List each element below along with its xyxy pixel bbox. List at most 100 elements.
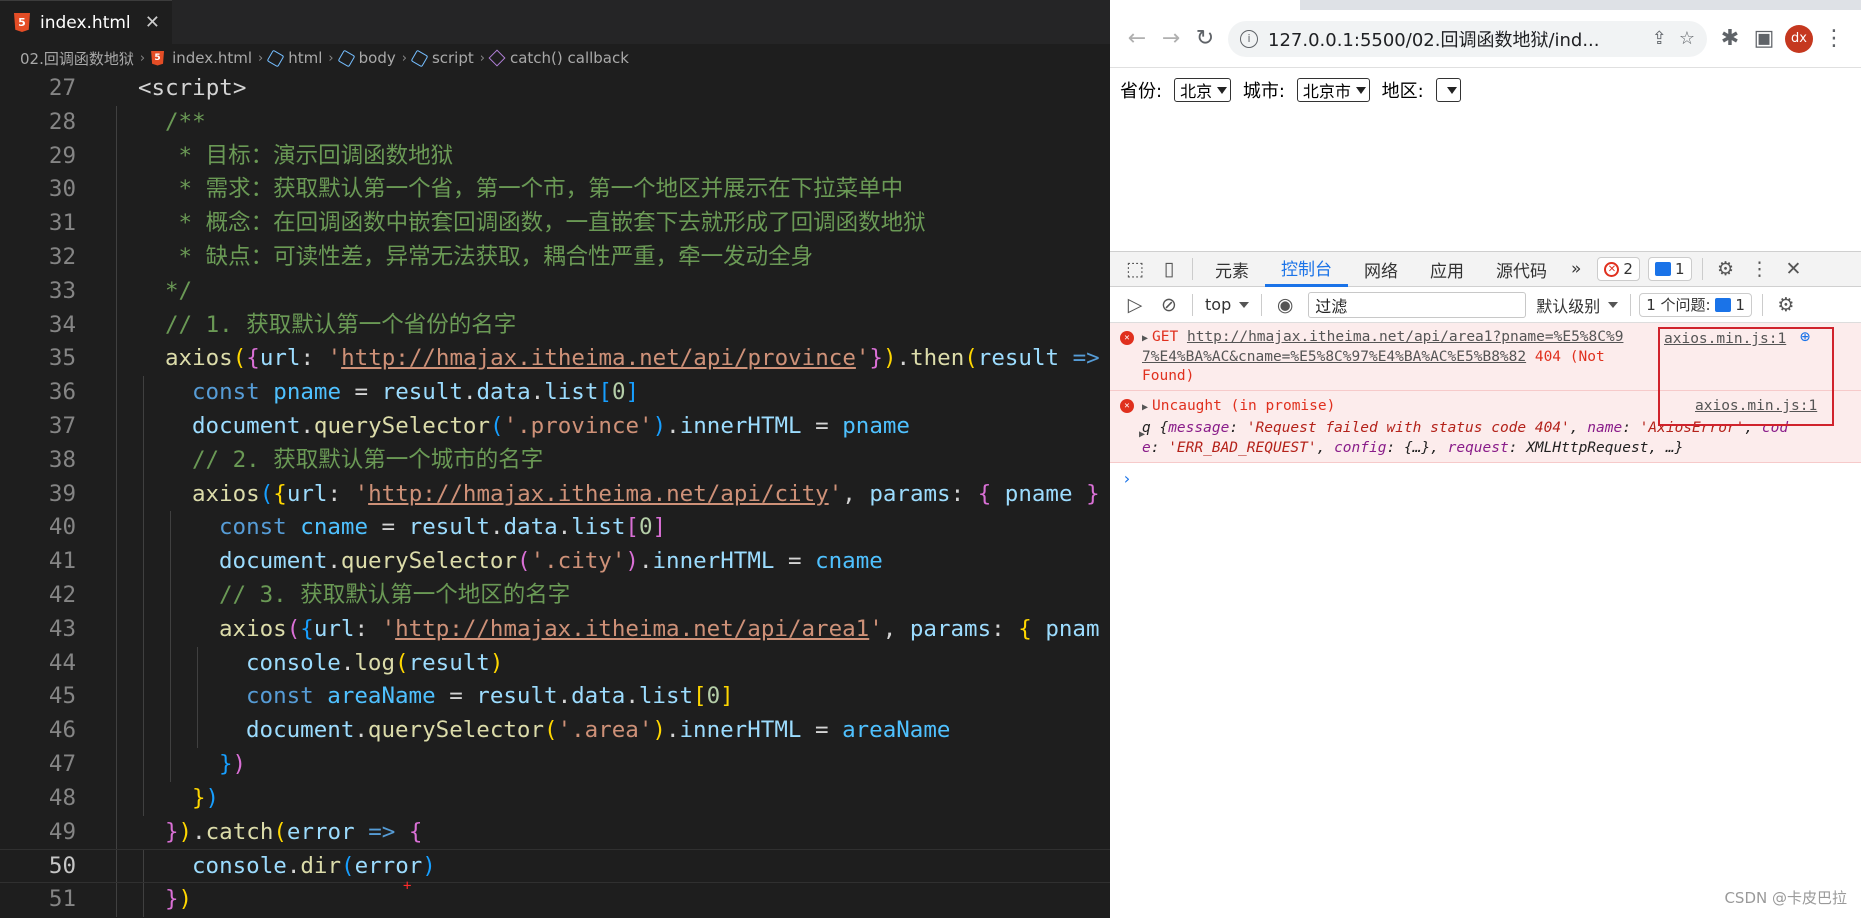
back-arrow-icon[interactable]: ←: [1120, 22, 1154, 56]
more-tabs-button[interactable]: »: [1563, 251, 1589, 287]
code-comment: /**: [165, 108, 206, 135]
expand-triangle-icon[interactable]: ▶: [1139, 425, 1145, 445]
breadcrumb-script[interactable]: script: [410, 49, 474, 67]
tab-network[interactable]: 网络: [1348, 251, 1414, 287]
code-text: document.querySelector('.city').innerHTM…: [219, 548, 883, 575]
message-icon: [1715, 297, 1732, 312]
reload-icon[interactable]: ↻: [1188, 22, 1222, 56]
info-icon[interactable]: i: [1240, 29, 1258, 48]
code-text: console.log(result): [246, 649, 504, 676]
breadcrumb-catch-callback[interactable]: catch() callback: [488, 49, 629, 67]
code-comment: // 3. 获取默认第一个地区的名字: [219, 581, 571, 608]
share-icon[interactable]: ⇪: [1652, 28, 1667, 49]
code-editor[interactable]: 5 index.html ✕ 02.回调函数地狱 › 5 index.html ›…: [0, 0, 1110, 918]
tab-console[interactable]: 控制台: [1265, 251, 1348, 287]
cube-icon: [266, 49, 285, 67]
code-line: 45 const areaName = result.data.list[0]: [0, 680, 1110, 715]
url-text[interactable]: 127.0.0.1:5500/02.回调函数地狱/ind...: [1268, 26, 1640, 52]
browser-tab-strip: [1110, 0, 1861, 10]
log-level-select[interactable]: 默认级别: [1536, 293, 1619, 317]
expand-triangle-icon[interactable]: ▶: [1142, 333, 1148, 344]
code-line: 35 axios({url: 'http://hmajax.itheima.net…: [0, 342, 1110, 377]
breadcrumb-html[interactable]: html: [266, 49, 322, 67]
gear-icon[interactable]: ⚙: [1769, 294, 1803, 316]
context-select[interactable]: top: [1199, 295, 1255, 314]
tab-label: index.html: [40, 12, 131, 33]
menu-kebab-icon[interactable]: ⋮: [1817, 22, 1851, 56]
code-line: 49}).catch(error => {: [0, 815, 1110, 850]
menu-kebab-icon[interactable]: ⋮: [1743, 258, 1777, 280]
inspect-icon[interactable]: ⬚: [1118, 258, 1152, 280]
html5-icon: 5: [14, 13, 30, 32]
html5-icon: 5: [151, 50, 165, 66]
code-text: }): [165, 886, 193, 913]
chevron-right-icon: ›: [139, 50, 146, 66]
close-icon[interactable]: ✕: [145, 12, 160, 33]
sidebar-toggle-icon[interactable]: ▷: [1118, 294, 1152, 316]
gear-icon[interactable]: ⚙: [1709, 258, 1743, 280]
code-text: }).catch(error => {: [165, 818, 423, 845]
tab-application[interactable]: 应用: [1414, 251, 1480, 287]
code-comment: */: [165, 277, 193, 304]
code-text: const cname = result.data.list[0]: [219, 514, 667, 541]
breadcrumb-body[interactable]: body: [337, 49, 396, 67]
device-toggle-icon[interactable]: ▯: [1152, 258, 1186, 280]
code-area[interactable]: 27 <script> 28/** 29 * 目标：演示回调函数地狱 30 * 需…: [0, 72, 1110, 917]
side-panel-icon[interactable]: ▣: [1747, 22, 1781, 56]
code-line: 42// 3. 获取默认第一个地区的名字: [0, 578, 1110, 613]
chevron-right-icon: ›: [328, 50, 334, 66]
city-label: 城市:: [1242, 81, 1285, 102]
tab-sources[interactable]: 源代码: [1480, 251, 1563, 287]
chevron-down-icon: [1217, 86, 1228, 94]
filter-input[interactable]: 过滤: [1308, 291, 1527, 318]
error-count-badge[interactable]: ✕ 2: [1597, 257, 1640, 281]
expand-triangle-icon[interactable]: ▶: [1142, 402, 1148, 413]
area-select[interactable]: [1435, 78, 1461, 102]
code-text: axios({url: 'http://hmajax.itheima.net/a…: [165, 345, 1100, 372]
city-select[interactable]: 北京市: [1296, 78, 1370, 102]
code-text: document.querySelector('.province').inne…: [192, 412, 910, 439]
code-text: axios({url: 'http://hmajax.itheima.net/a…: [192, 480, 1100, 507]
province-label: 省份:: [1120, 81, 1163, 102]
star-icon[interactable]: ☆: [1679, 28, 1695, 49]
browser-tab[interactable]: [1110, 0, 1300, 10]
avatar[interactable]: dx: [1785, 24, 1813, 53]
request-url-link-cont[interactable]: 7%E4%BA%AC&cname=%E5%8C%97%E4%BA%AC%E5%B…: [1142, 349, 1526, 365]
code-line: 29 * 目标：演示回调函数地狱: [0, 139, 1110, 174]
code-comment: * 概念：在回调函数中嵌套回调函数，一直嵌套下去就形成了回调函数地狱: [165, 210, 926, 237]
area-label: 地区:: [1381, 81, 1424, 102]
code-line: 36 const pname = result.data.list[0]: [0, 376, 1110, 410]
code-text: axios({url: 'http://hmajax.itheima.net/a…: [219, 615, 1100, 642]
code-comment: * 目标：演示回调函数地狱: [165, 142, 454, 169]
forward-arrow-icon[interactable]: →: [1154, 22, 1188, 56]
address-bar[interactable]: i 127.0.0.1:5500/02.回调函数地狱/ind... ⇪ ☆: [1228, 20, 1707, 57]
code-line: 40 const cname = result.data.list[0]: [0, 511, 1110, 546]
extensions-icon[interactable]: ✱: [1713, 22, 1747, 56]
eye-icon[interactable]: ◉: [1268, 294, 1302, 316]
error-icon: ✕: [1120, 399, 1134, 413]
code-text: <script>: [138, 75, 247, 101]
watermark: CSDN @卡皮巴拉: [1724, 889, 1847, 907]
issues-button[interactable]: 1 个问题: 1: [1639, 292, 1752, 317]
breadcrumb-folder[interactable]: 02.回调函数地狱: [20, 48, 134, 69]
code-text: }): [192, 784, 220, 811]
code-text: document.querySelector('.area').innerHTM…: [246, 717, 951, 744]
page-content: 省份: 北京 城市: 北京市 地区:: [1110, 68, 1861, 251]
chevron-right-icon: ›: [258, 50, 264, 66]
clear-console-icon[interactable]: ⊘: [1152, 294, 1186, 316]
area-field: 地区:: [1382, 77, 1461, 103]
province-field: 省份: 北京: [1120, 77, 1232, 103]
close-icon[interactable]: ✕: [1777, 258, 1811, 280]
breadcrumb-file[interactable]: 5 index.html: [151, 49, 252, 67]
chevron-right-icon: ›: [479, 50, 485, 66]
code-comment: * 需求：获取默认第一个省，第一个市，第一个地区并展示在下拉菜单中: [165, 176, 904, 203]
console-prompt[interactable]: ›: [1110, 463, 1861, 493]
province-select[interactable]: 北京: [1174, 78, 1232, 102]
request-url-link[interactable]: http://hmajax.itheima.net/api/area1?pnam…: [1187, 329, 1624, 345]
message-count-badge[interactable]: 1: [1647, 257, 1692, 281]
code-line: 51}): [0, 883, 1110, 917]
breadcrumb: 02.回调函数地狱 › 5 index.html › html › body › …: [0, 44, 1110, 72]
tab-elements[interactable]: 元素: [1199, 251, 1265, 287]
browser-window: ← → ↻ i 127.0.0.1:5500/02.回调函数地狱/ind... …: [1110, 0, 1861, 918]
tab-index-html[interactable]: 5 index.html ✕: [0, 0, 172, 44]
